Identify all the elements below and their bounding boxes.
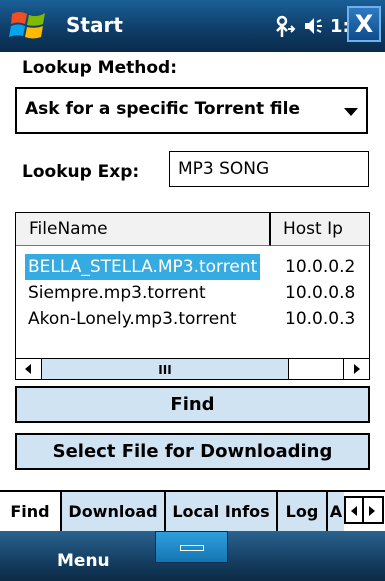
horizontal-scrollbar[interactable]: III [16,358,369,379]
tab-scroll-left-button[interactable] [344,496,364,524]
host-ip-cell: 10.0.0.8 [285,283,356,303]
filename-cell: Akon-Lonely.mp3.torrent [28,309,237,329]
scroll-right-button[interactable] [343,359,369,379]
tab-find[interactable]: Find [0,492,62,531]
arrow-right-icon [369,506,375,516]
arrow-left-icon [351,506,357,516]
keyboard-icon [180,545,204,551]
select-file-button[interactable]: Select File for Downloading [15,433,370,470]
scrollbar-thumb[interactable]: III [42,359,289,379]
menu-softkey[interactable]: Menu [57,551,110,571]
tab-scroll-right-button[interactable] [364,496,384,524]
chevron-down-icon [344,108,358,116]
close-button[interactable]: X [347,6,381,42]
title-bar: Start 1:13 X [0,0,385,52]
results-grid[interactable]: FileName Host Ip BELLA_STELLA.MP3.torren… [15,212,370,380]
filename-cell: BELLA_STELLA.MP3.torrent [25,254,261,280]
column-header-host-ip[interactable]: Host Ip [271,213,369,246]
tab-log[interactable]: Log [278,492,328,531]
lookup-exp-input[interactable]: MP3 SONG [169,151,369,187]
tab-scroll-control [344,496,384,524]
find-button[interactable]: Find [15,386,370,423]
scroll-left-button[interactable] [16,359,42,379]
lookup-method-value: Ask for a specific Torrent file [25,99,301,119]
filename-cell: Siempre.mp3.torrent [28,283,206,303]
host-ip-cell: 10.0.0.3 [285,309,356,329]
lookup-exp-label: Lookup Exp: [22,162,140,182]
windows-start-icon[interactable] [8,6,50,46]
table-row[interactable]: Siempre.mp3.torrent 10.0.0.8 [16,280,369,306]
arrow-left-icon [25,364,31,374]
keyboard-toggle-button[interactable] [155,531,228,563]
volume-icon[interactable] [302,14,326,38]
table-row[interactable]: Akon-Lonely.mp3.torrent 10.0.0.3 [16,306,369,332]
lookup-method-dropdown[interactable]: Ask for a specific Torrent file [15,87,368,134]
tab-local-infos[interactable]: Local Infos [166,492,278,531]
host-ip-cell: 10.0.0.2 [285,257,356,277]
connectivity-icon[interactable] [270,13,296,39]
column-header-filename[interactable]: FileName [16,213,271,246]
window-title[interactable]: Start [66,13,123,37]
arrow-right-icon [354,364,360,374]
lookup-method-label: Lookup Method: [22,58,178,78]
table-row[interactable]: BELLA_STELLA.MP3.torrent 10.0.0.2 [16,254,369,280]
tab-download[interactable]: Download [62,492,166,531]
tab-overflow[interactable]: A [328,492,344,531]
tab-bar: Find Download Local Infos Log A [0,490,385,531]
